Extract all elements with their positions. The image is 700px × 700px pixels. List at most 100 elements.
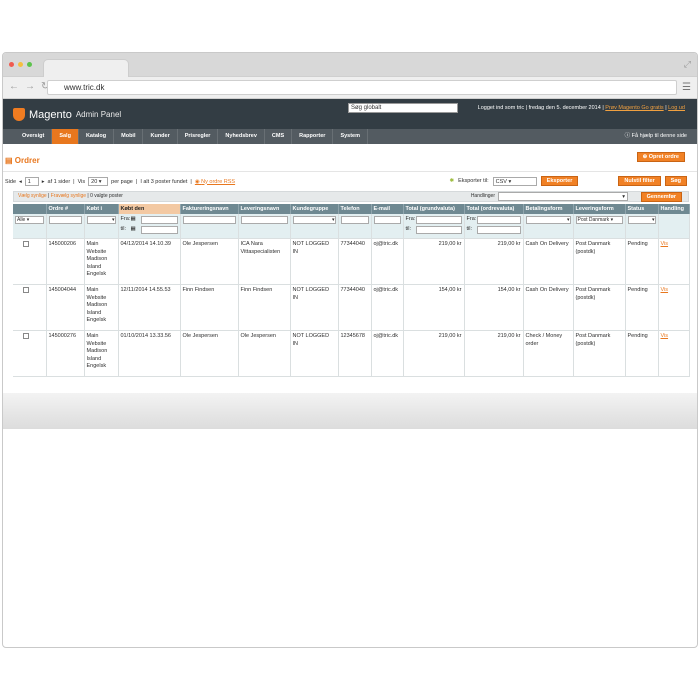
- table-row[interactable]: 145000206 Main Website Madison Island En…: [13, 238, 690, 285]
- billing-filter-input[interactable]: [182, 216, 236, 224]
- prev-page-icon[interactable]: ◂: [19, 179, 22, 185]
- phone-filter-input[interactable]: [340, 216, 369, 224]
- maximize-window-icon[interactable]: [27, 62, 32, 67]
- unselect-visible-link[interactable]: Fravælg synlige: [51, 193, 86, 199]
- total-base: 154,00 kr: [403, 284, 465, 331]
- create-order-button[interactable]: ⊕ Opret ordre: [636, 152, 685, 162]
- col-total-order[interactable]: Total (ordrevaluta): [464, 204, 524, 214]
- col-email[interactable]: E-mail: [371, 204, 404, 214]
- row-checkbox[interactable]: [23, 287, 29, 293]
- nav-salg[interactable]: Salg: [52, 129, 79, 144]
- nav-nyhedsbrev[interactable]: Nyhedsbrev: [218, 129, 265, 144]
- nav-rapporter[interactable]: Rapporter: [292, 129, 334, 144]
- store: Main Website Madison Island Engelsk: [84, 238, 119, 285]
- col-group[interactable]: Kundegruppe: [290, 204, 339, 214]
- email-filter-input[interactable]: [373, 216, 401, 224]
- export-format-select[interactable]: CSV ▾: [492, 176, 537, 186]
- col-order[interactable]: Ordre #: [46, 204, 85, 214]
- col-total-base[interactable]: Total (grundvaluta): [403, 204, 465, 214]
- select-visible-link[interactable]: Vælg synlige: [18, 193, 47, 199]
- reset-filter-button[interactable]: Nulstil filter: [618, 176, 661, 186]
- billing-name: Finn Findsen: [180, 284, 239, 331]
- group-filter-select[interactable]: ▾: [292, 216, 336, 224]
- back-icon[interactable]: ←: [9, 81, 19, 92]
- store-filter-select[interactable]: ▾: [86, 216, 116, 224]
- next-page-icon[interactable]: ▸: [42, 179, 45, 185]
- view-link[interactable]: Vis: [661, 287, 669, 293]
- nav-system[interactable]: System: [333, 129, 369, 144]
- grid-header-row: Ordre # Købt i Købt den Faktureringsnavn…: [13, 204, 690, 214]
- status-filter-select[interactable]: ▾: [627, 216, 656, 224]
- nav-oversigt[interactable]: Oversigt: [15, 129, 53, 144]
- try-go-link[interactable]: Prøv Magento Go gratis: [605, 105, 663, 111]
- order-number: 145004044: [46, 284, 85, 331]
- store: Main Website Madison Island Engelsk: [84, 330, 119, 377]
- date-to-input[interactable]: [140, 226, 178, 234]
- shipping-name: ICA Nara Vittaspecialisten: [238, 238, 291, 285]
- help-link[interactable]: ⓘ Få hjælp til denne side: [625, 129, 687, 144]
- col-phone[interactable]: Telefon: [338, 204, 372, 214]
- magento-logo-icon: [13, 108, 25, 121]
- shipping-filter-select[interactable]: Post Danmark ▾: [575, 216, 623, 224]
- url-input[interactable]: www.tric.dk: [47, 80, 677, 95]
- col-shipping[interactable]: Leveringsform: [573, 204, 626, 214]
- minimize-window-icon[interactable]: [18, 62, 23, 67]
- massaction-bar: Vælg synlige | Fravælg synlige | 0 valgt…: [13, 191, 689, 202]
- nav-mobil[interactable]: Mobil: [114, 129, 144, 144]
- orders-icon: ▤: [5, 156, 15, 165]
- forward-icon[interactable]: →: [25, 81, 35, 92]
- actions-select[interactable]: ▾: [498, 192, 628, 201]
- records-found: I alt 3 poster fundet: [140, 178, 188, 185]
- col-billing[interactable]: Faktureringsnavn: [180, 204, 239, 214]
- close-window-icon[interactable]: [9, 62, 14, 67]
- total-base-to-input[interactable]: [415, 226, 462, 234]
- total-base-from-input[interactable]: [415, 216, 462, 224]
- row-checkbox[interactable]: [23, 241, 29, 247]
- per-page-select[interactable]: 20 ▾: [88, 177, 109, 186]
- col-shipping-name[interactable]: Leveringsnavn: [238, 204, 291, 214]
- col-status[interactable]: Status: [625, 204, 659, 214]
- view-link[interactable]: Vis: [661, 333, 669, 339]
- logout-link[interactable]: Log ud: [668, 105, 685, 111]
- orders-grid: Ordre # Købt i Købt den Faktureringsnavn…: [13, 204, 690, 377]
- email: oj@tric.dk: [371, 284, 404, 331]
- table-row[interactable]: 145004044 Main Website Madison Island En…: [13, 284, 690, 331]
- fullscreen-icon[interactable]: ⤢: [684, 59, 691, 70]
- export-controls: ✱ Eksporter til: CSV ▾ Eksporter Nulstil…: [449, 176, 687, 186]
- calendar-icon[interactable]: ▦: [131, 226, 140, 234]
- rss-link[interactable]: ◉ Ny ordre RSS: [195, 179, 235, 185]
- nav-prisregler[interactable]: Prisregler: [178, 129, 219, 144]
- payment-method: Cash On Delivery: [523, 238, 574, 285]
- global-search-input[interactable]: Søg globalt: [348, 103, 458, 113]
- col-payment[interactable]: Betalingsform: [523, 204, 574, 214]
- page-input[interactable]: 1: [24, 177, 39, 186]
- magento-logo[interactable]: Magento Admin Panel: [13, 108, 121, 121]
- shipping-name: Finn Findsen: [238, 284, 291, 331]
- table-row[interactable]: 145000276 Main Website Madison Island En…: [13, 330, 690, 377]
- total-order-to-input[interactable]: [476, 226, 521, 234]
- row-checkbox[interactable]: [23, 333, 29, 339]
- browser-menu-icon[interactable]: ☰: [682, 82, 691, 93]
- per-page-label: per page: [111, 178, 133, 185]
- nav-cms[interactable]: CMS: [265, 129, 293, 144]
- submit-button[interactable]: Gennemfør: [640, 192, 682, 202]
- search-button[interactable]: Søg: [664, 176, 687, 186]
- col-store[interactable]: Købt i: [84, 204, 119, 214]
- date-from-input[interactable]: [140, 216, 178, 224]
- page-head: ▤ Ordrer ⊕ Opret ordre: [3, 144, 697, 172]
- payment-filter-select[interactable]: ▾: [525, 216, 571, 224]
- nav-kunder[interactable]: Kunder: [143, 129, 178, 144]
- browser-tab[interactable]: [43, 59, 129, 77]
- view-label: Vis: [77, 178, 86, 185]
- total-order-from-input[interactable]: [476, 216, 521, 224]
- export-button[interactable]: Eksporter: [540, 176, 579, 186]
- select-filter[interactable]: Alle ▾: [15, 216, 44, 224]
- shipping-name-filter-input[interactable]: [240, 216, 288, 224]
- view-link[interactable]: Vis: [661, 241, 669, 247]
- phone: 77344040: [338, 284, 372, 331]
- order-filter-input[interactable]: [48, 216, 82, 224]
- calendar-icon[interactable]: ▦: [131, 216, 140, 224]
- total-base: 219,00 kr: [403, 330, 465, 377]
- col-date[interactable]: Købt den: [118, 204, 181, 214]
- nav-katalog[interactable]: Katalog: [79, 129, 115, 144]
